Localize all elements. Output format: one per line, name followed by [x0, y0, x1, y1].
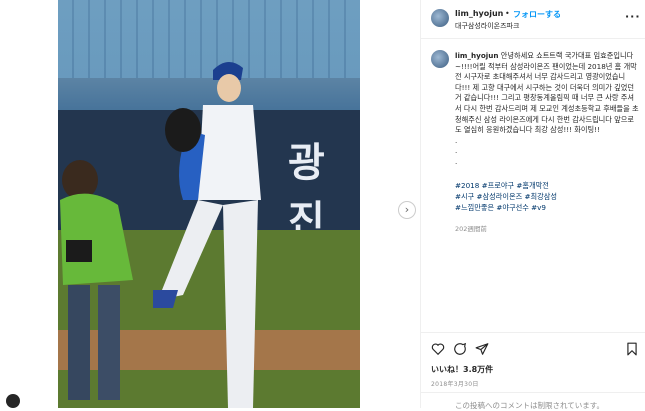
- caption-username[interactable]: lim_hyojun: [455, 51, 498, 60]
- bookmark-icon[interactable]: [625, 342, 639, 356]
- hashtag-list[interactable]: #2018 #프로야구 #홈개막전 #시구 #삼성라이온즈 #최강삼성 #느낌만…: [455, 181, 635, 213]
- caption-time-ago: 202週間前: [455, 225, 487, 233]
- separator-dot: •: [505, 9, 510, 18]
- photographer-figure: [60, 160, 133, 400]
- post-header: lim_hyojun • フォローする 대구삼성라이온즈파크 ···: [421, 0, 645, 39]
- action-bar: [421, 332, 645, 363]
- location-link[interactable]: 대구삼성라이온즈파크: [455, 21, 519, 31]
- username-link[interactable]: lim_hyojun: [455, 9, 503, 18]
- avatar[interactable]: [431, 9, 449, 27]
- pitcher-figure: [153, 61, 261, 408]
- likes-count[interactable]: いいね！3.8万件: [431, 364, 493, 375]
- more-options-icon[interactable]: ···: [625, 10, 641, 23]
- comment-bar: この投稿へのコメントは制限されています。: [421, 392, 645, 410]
- post-date: 2018年3月30日: [431, 381, 479, 388]
- caption-avatar[interactable]: [431, 50, 449, 68]
- user-tag-icon[interactable]: [6, 394, 20, 408]
- comment-icon[interactable]: [453, 342, 467, 356]
- post-media-pane: 광 진 ›: [0, 0, 420, 408]
- comment-restricted-notice: この投稿へのコメントは制限されています。: [455, 401, 605, 410]
- share-icon[interactable]: [475, 342, 489, 356]
- caption-text: 안녕하세요 쇼트트랙 국가대표 임효준입니다~!!!!어릴 적부터 삼성라이온즈…: [455, 51, 639, 166]
- caption-body: lim_hyojun 안녕하세요 쇼트트랙 국가대표 임효준입니다~!!!!어릴…: [455, 51, 640, 168]
- next-photo-button[interactable]: ›: [398, 201, 416, 219]
- heart-icon[interactable]: [431, 342, 445, 356]
- post-photo: 광 진: [58, 0, 360, 408]
- post-sidebar: lim_hyojun • フォローする 대구삼성라이온즈파크 ··· lim_h…: [420, 0, 645, 410]
- follow-button[interactable]: フォローする: [513, 9, 561, 20]
- banner-text: 광 진: [288, 140, 327, 244]
